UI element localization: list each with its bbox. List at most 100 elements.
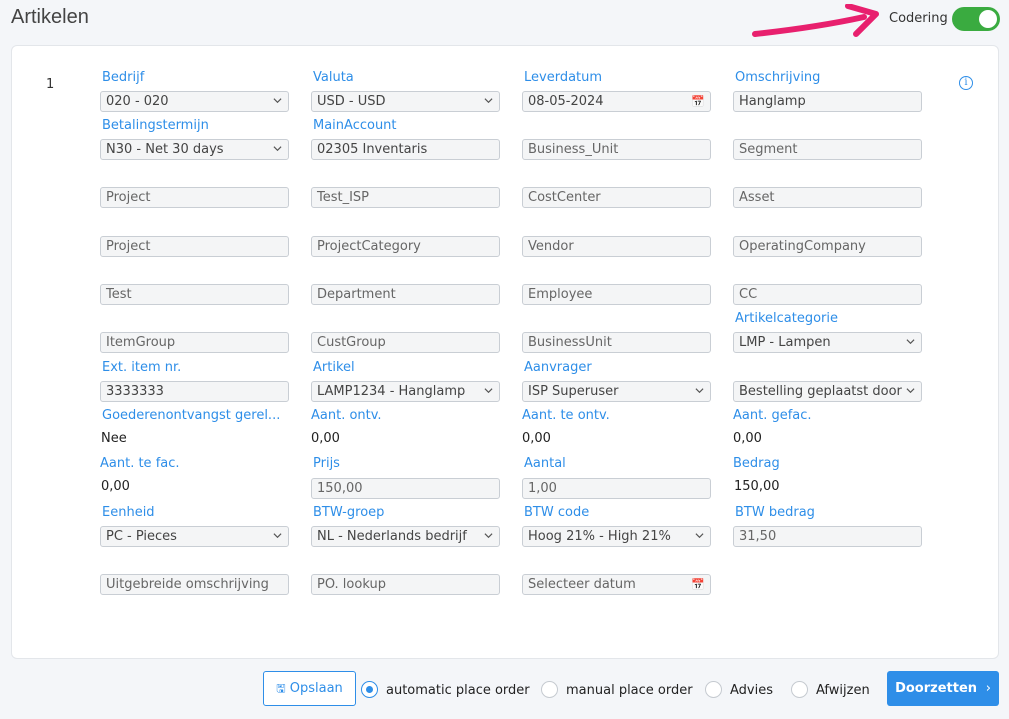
coding-label: Codering: [889, 11, 948, 26]
ext-item-value: 3333333: [106, 384, 164, 399]
bedrijf-select[interactable]: 020 - 020: [100, 91, 289, 112]
bestelling-value: Bestelling geplaatst door: [739, 384, 902, 399]
eenheid-select[interactable]: PC - Pieces: [100, 526, 289, 547]
aantal-input[interactable]: 1,00: [522, 478, 711, 499]
save-button[interactable]: 🖫 Opslaan: [263, 671, 356, 706]
page-title: Artikelen: [11, 6, 89, 28]
businessunit-field[interactable]: BusinessUnit: [522, 332, 711, 353]
row-number: 1: [46, 77, 55, 92]
segment-field[interactable]: Segment: [733, 139, 922, 160]
custgroup-field[interactable]: CustGroup: [311, 332, 500, 353]
projectcategory-field[interactable]: ProjectCategory: [311, 236, 500, 257]
mainaccount-label: MainAccount: [313, 118, 397, 133]
radio-automatic-place-order[interactable]: [361, 681, 378, 698]
aantal-label: Aantal: [524, 456, 566, 471]
valuta-select[interactable]: USD - USD: [311, 91, 500, 112]
betalingstermijn-label: Betalingstermijn: [102, 118, 209, 133]
aant-te-ontv-label: Aant. te ontv.: [522, 408, 610, 423]
eenheid-value: PC - Pieces: [106, 529, 177, 544]
btw-bedrag-label: BTW bedrag: [735, 505, 815, 520]
aantal-value: 1,00: [528, 481, 557, 496]
artikelcategorie-label: Artikelcategorie: [735, 311, 838, 326]
btw-code-value: Hoog 21% - High 21%: [528, 529, 671, 544]
valuta-label: Valuta: [313, 70, 354, 85]
selecteer-datum-placeholder: Selecteer datum: [528, 577, 636, 592]
mainaccount-input[interactable]: 02305 Inventaris: [311, 139, 500, 160]
btw-groep-select[interactable]: NL - Nederlands bedrijf: [311, 526, 500, 547]
prijs-input[interactable]: 150,00: [311, 478, 500, 499]
radio-label-afwijzen: Afwijzen: [816, 683, 870, 698]
coding-toggle[interactable]: [952, 7, 1000, 31]
aant-ontv-value: 0,00: [311, 431, 340, 446]
prijs-value: 150,00: [317, 481, 363, 496]
omschrijving-input[interactable]: Hanglamp: [733, 91, 922, 112]
po-lookup-field[interactable]: PO. lookup: [311, 574, 500, 595]
operatingcompany-field[interactable]: OperatingCompany: [733, 236, 922, 257]
chevron-down-icon: [484, 388, 493, 394]
mainaccount-value: 02305 Inventaris: [317, 142, 428, 157]
selecteer-datum-field[interactable]: Selecteer datum 📅: [522, 574, 711, 595]
goederenontvangst-label: Goederenontvangst gerel...: [102, 408, 281, 423]
save-label: Opslaan: [289, 681, 343, 696]
asset-field[interactable]: Asset: [733, 187, 922, 208]
artikelcategorie-select[interactable]: LMP - Lampen: [733, 332, 922, 353]
calendar-icon[interactable]: 📅: [691, 575, 705, 594]
leverdatum-label: Leverdatum: [524, 70, 603, 85]
chevron-right-icon: ›: [981, 681, 991, 696]
aanvrager-select[interactable]: ISP Superuser: [522, 381, 711, 402]
cc-field[interactable]: CC: [733, 284, 922, 305]
radio-label-automatic: automatic place order: [386, 683, 530, 698]
chevron-down-icon: [906, 388, 915, 394]
aanvrager-value: ISP Superuser: [528, 384, 619, 399]
btw-code-label: BTW code: [524, 505, 590, 520]
ext-item-input[interactable]: 3333333: [100, 381, 289, 402]
vendor-field[interactable]: Vendor: [522, 236, 711, 257]
btw-bedrag-value: 31,50: [739, 529, 777, 544]
btw-bedrag-input[interactable]: 31,50: [733, 526, 922, 547]
chevron-down-icon: [273, 533, 282, 539]
eenheid-label: Eenheid: [102, 505, 155, 520]
leverdatum-input[interactable]: 08-05-2024 📅: [522, 91, 711, 112]
costcenter-field[interactable]: CostCenter: [522, 187, 711, 208]
aant-te-fac-label: Aant. te fac.: [100, 456, 180, 471]
itemgroup-field[interactable]: ItemGroup: [100, 332, 289, 353]
artikelcategorie-value: LMP - Lampen: [739, 335, 831, 350]
aant-te-fac-value: 0,00: [101, 479, 130, 494]
test-field[interactable]: Test: [100, 284, 289, 305]
leverdatum-value: 08-05-2024: [528, 94, 604, 109]
chevron-down-icon: [484, 533, 493, 539]
artikel-label: Artikel: [313, 360, 355, 375]
employee-field[interactable]: Employee: [522, 284, 711, 305]
radio-afwijzen[interactable]: [791, 681, 808, 698]
aant-te-ontv-value: 0,00: [522, 431, 551, 446]
artikel-value: LAMP1234 - Hanglamp: [317, 384, 466, 399]
project-field[interactable]: Project: [100, 187, 289, 208]
chevron-down-icon: [273, 98, 282, 104]
btw-code-select[interactable]: Hoog 21% - High 21%: [522, 526, 711, 547]
business-unit-field[interactable]: Business_Unit: [522, 139, 711, 160]
radio-manual-place-order[interactable]: [541, 681, 558, 698]
bedrag-label: Bedrag: [733, 456, 780, 471]
chevron-down-icon: [273, 146, 282, 152]
omschrijving-value: Hanglamp: [739, 94, 806, 109]
department-field[interactable]: Department: [311, 284, 500, 305]
bedrijf-label: Bedrijf: [102, 70, 145, 85]
chevron-down-icon: [906, 339, 915, 345]
uitgebreide-omschrijving-field[interactable]: Uitgebreide omschrijving: [100, 574, 289, 595]
artikel-select[interactable]: LAMP1234 - Hanglamp: [311, 381, 500, 402]
bedrijf-value: 020 - 020: [106, 94, 169, 109]
info-icon[interactable]: i: [959, 76, 973, 90]
project-field-2[interactable]: Project: [100, 236, 289, 257]
radio-label-manual: manual place order: [566, 683, 693, 698]
goederenontvangst-value: Nee: [101, 431, 127, 446]
bedrag-value: 150,00: [734, 479, 780, 494]
aant-gefac-label: Aant. gefac.: [733, 408, 812, 423]
bestelling-select[interactable]: Bestelling geplaatst door: [733, 381, 922, 402]
arrow-annotation: [752, 4, 879, 37]
test-isp-field[interactable]: Test_ISP: [311, 187, 500, 208]
valuta-value: USD - USD: [317, 94, 386, 109]
radio-advies[interactable]: [705, 681, 722, 698]
calendar-icon[interactable]: 📅: [691, 92, 705, 111]
betalingstermijn-select[interactable]: N30 - Net 30 days: [100, 139, 289, 160]
doorzetten-button[interactable]: Doorzetten ›: [887, 671, 999, 706]
